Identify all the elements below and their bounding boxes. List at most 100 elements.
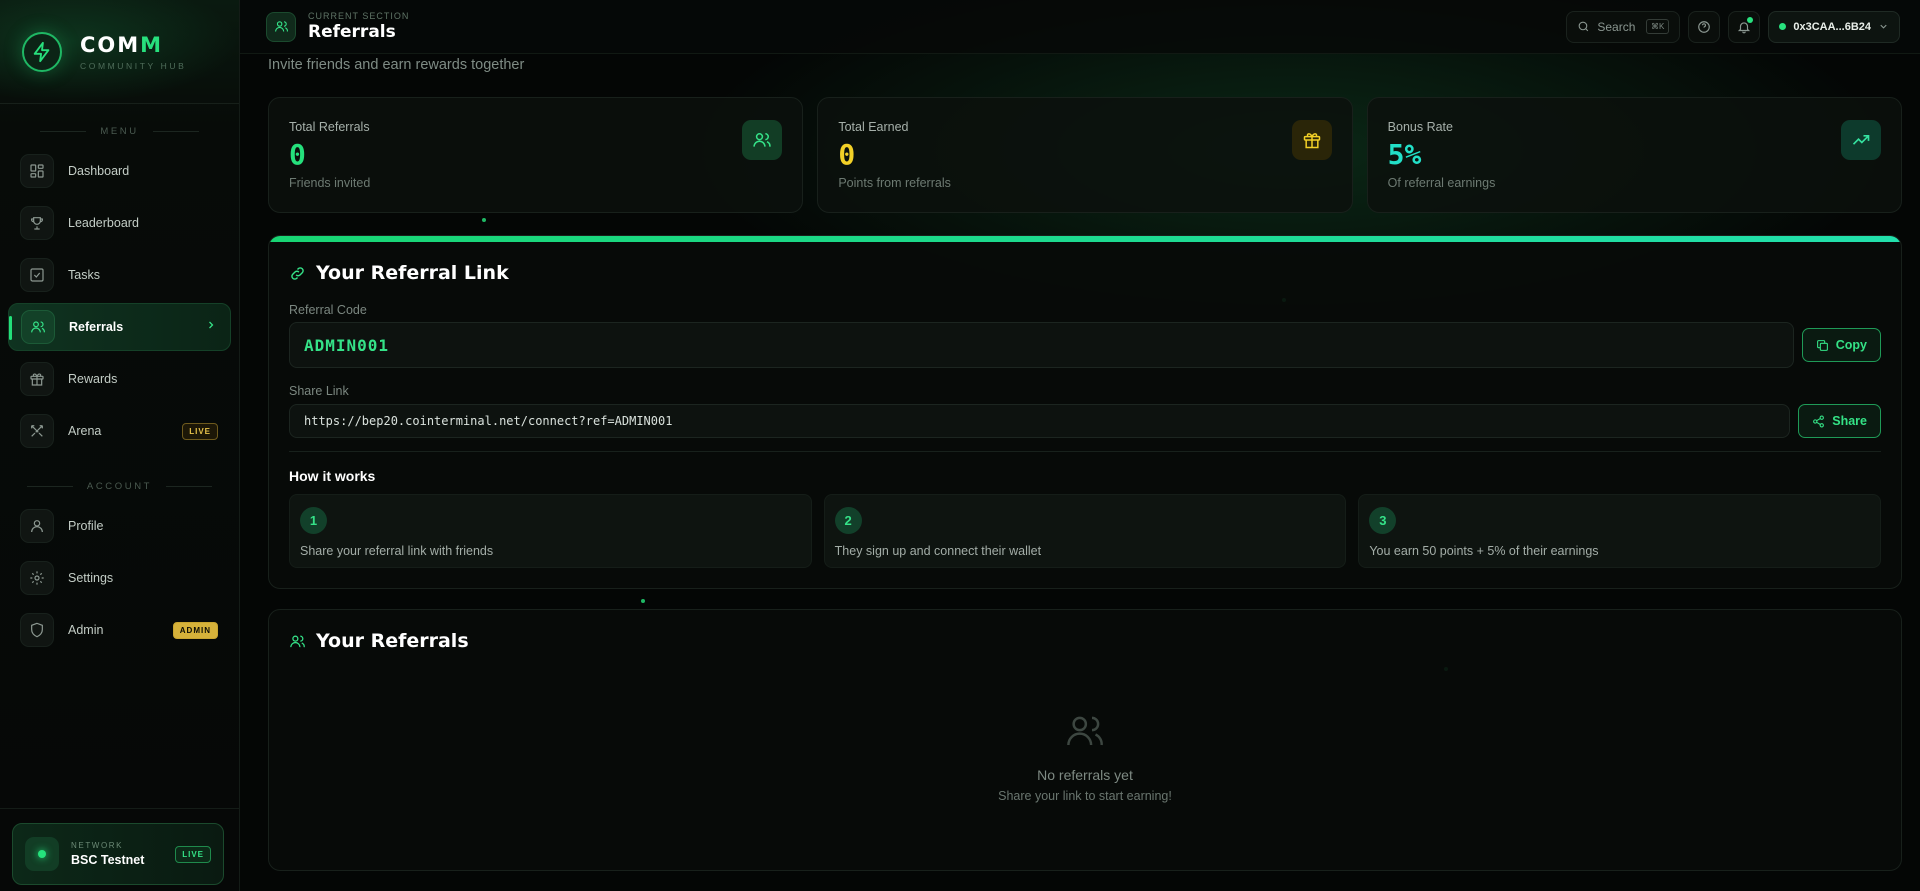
sidebar-item-label: Rewards	[68, 372, 118, 386]
referral-code-row: ADMIN001 Copy	[289, 322, 1881, 368]
tasks-icon	[20, 258, 54, 292]
share-button[interactable]: Share	[1798, 404, 1881, 438]
brand-subtitle: COMMUNITY HUB	[80, 60, 187, 71]
empty-subtitle: Share your link to start earning!	[998, 789, 1172, 803]
stat-value: 5%	[1387, 138, 1422, 171]
network-dot-icon	[25, 837, 59, 871]
stat-label: Bonus Rate	[1387, 120, 1453, 134]
search-icon	[1578, 21, 1589, 32]
search-button[interactable]: Search ⌘K	[1566, 10, 1681, 43]
wallet-button[interactable]: 0x3CAA...6B24	[1768, 10, 1900, 43]
decorative-dot	[641, 599, 645, 603]
dashboard-icon	[20, 154, 54, 188]
sidebar-item-label: Admin	[68, 623, 104, 637]
share-link-label: Share Link	[289, 384, 349, 398]
sidebar-item-label: Settings	[68, 571, 114, 585]
page-subtitle: Invite friends and earn rewards together	[268, 57, 525, 73]
topbar: CURRENT SECTION Referrals Search ⌘K 0x3C…	[240, 0, 1920, 54]
chevron-down-icon	[1880, 24, 1887, 29]
stat-card-total-earned: Total Earned 0 Points from referrals	[817, 97, 1353, 213]
search-shortcut: ⌘K	[1646, 19, 1670, 34]
card-title: Your Referral Link	[289, 262, 509, 284]
network-label: NETWORK	[71, 841, 124, 850]
referral-link-card: Your Referral Link Referral Code ADMIN00…	[268, 235, 1902, 589]
brand[interactable]: COMM COMMUNITY HUB	[0, 0, 239, 104]
step-card: 3 You earn 50 points + 5% of their earni…	[1358, 494, 1882, 568]
app-root: COMM COMMUNITY HUB MENU Dashboard Leader…	[0, 0, 1920, 891]
swords-icon	[20, 414, 54, 448]
admin-badge: ADMIN	[172, 621, 218, 639]
gift-icon	[1291, 120, 1332, 160]
brand-name: COMM	[80, 32, 164, 57]
sidebar-item-admin[interactable]: Admin ADMIN	[8, 606, 231, 654]
live-badge: LIVE	[182, 422, 218, 440]
network-status[interactable]: NETWORK BSC Testnet LIVE	[12, 823, 224, 885]
step-number: 1	[300, 507, 327, 534]
section-caption: CURRENT SECTION	[308, 11, 410, 21]
how-it-works-title: How it works	[289, 468, 376, 484]
sidebar-item-referrals[interactable]: Referrals	[8, 303, 231, 351]
copy-label: Copy	[1835, 338, 1867, 352]
copy-button[interactable]: Copy	[1801, 328, 1881, 362]
network-live-badge: LIVE	[175, 845, 211, 863]
step-text: They sign up and connect their wallet	[834, 544, 1042, 558]
network-text: NETWORK BSC Testnet	[71, 841, 144, 867]
chevron-right-icon	[205, 318, 217, 336]
sidebar-item-arena[interactable]: Arena LIVE	[8, 407, 231, 455]
shield-icon	[20, 613, 54, 647]
notifications-button[interactable]	[1728, 10, 1761, 43]
stat-value: 0	[289, 138, 306, 171]
menu-section-label: MENU	[0, 126, 239, 137]
wallet-status-dot	[1779, 23, 1787, 30]
trophy-icon	[20, 206, 54, 240]
sidebar-item-leaderboard[interactable]: Leaderboard	[8, 199, 231, 247]
step-number: 3	[1369, 507, 1397, 534]
stat-label: Total Referrals	[289, 120, 370, 134]
search-label: Search	[1597, 19, 1636, 34]
divider	[289, 451, 1881, 452]
card-title-text: Your Referrals	[316, 630, 469, 652]
step-number: 2	[834, 507, 862, 534]
sidebar-item-label: Tasks	[68, 268, 100, 282]
main-nav: Dashboard Leaderboard Tasks Referrals Re…	[0, 147, 239, 455]
empty-title: No referrals yet	[1037, 767, 1133, 783]
sidebar-item-profile[interactable]: Profile	[8, 502, 231, 550]
trending-up-icon	[1840, 120, 1881, 160]
network-value: BSC Testnet	[71, 853, 145, 867]
users-empty-icon	[1067, 716, 1103, 746]
sidebar: COMM COMMUNITY HUB MENU Dashboard Leader…	[0, 0, 240, 891]
users-icon	[290, 635, 305, 647]
referral-code-field[interactable]: ADMIN001	[289, 322, 1794, 368]
account-section-label: ACCOUNT	[0, 481, 239, 492]
sidebar-item-rewards[interactable]: Rewards	[8, 355, 231, 403]
user-icon	[20, 509, 54, 543]
stat-sub: Points from referrals	[838, 176, 951, 190]
sidebar-item-dashboard[interactable]: Dashboard	[8, 147, 231, 195]
empty-state: No referrals yet Share your link to star…	[269, 710, 1901, 803]
decorative-dot	[482, 218, 486, 222]
gift-icon	[20, 362, 54, 396]
share-icon	[1813, 415, 1825, 427]
sidebar-item-settings[interactable]: Settings	[8, 554, 231, 602]
wallet-address: 0x3CAA...6B24	[1793, 20, 1871, 33]
sidebar-item-label: Referrals	[69, 320, 124, 334]
stat-card-total-referrals: Total Referrals 0 Friends invited	[268, 97, 804, 213]
your-referrals-card: Your Referrals No referrals yet Share yo…	[268, 609, 1902, 871]
step-card: 1 Share your referral link with friends	[289, 494, 812, 568]
notification-dot	[1747, 16, 1754, 23]
steps-list: 1 Share your referral link with friends …	[289, 494, 1882, 568]
step-text: You earn 50 points + 5% of their earning…	[1369, 544, 1599, 558]
page-title: Referrals	[308, 22, 396, 42]
users-icon	[21, 310, 55, 344]
stat-sub: Friends invited	[289, 176, 371, 190]
main-content: CURRENT SECTION Referrals Search ⌘K 0x3C…	[240, 0, 1920, 891]
sidebar-item-tasks[interactable]: Tasks	[8, 251, 231, 299]
step-text: Share your referral link with friends	[300, 544, 494, 558]
referral-code-label: Referral Code	[289, 303, 367, 317]
share-link-field[interactable]: https://bep20.cointerminal.net/connect?r…	[289, 404, 1791, 438]
account-nav: Profile Settings Admin ADMIN	[0, 502, 239, 654]
help-button[interactable]	[1688, 10, 1721, 43]
help-icon	[1698, 20, 1711, 33]
card-title: Your Referrals	[289, 630, 469, 652]
stat-card-bonus-rate: Bonus Rate 5% Of referral earnings	[1366, 97, 1902, 213]
